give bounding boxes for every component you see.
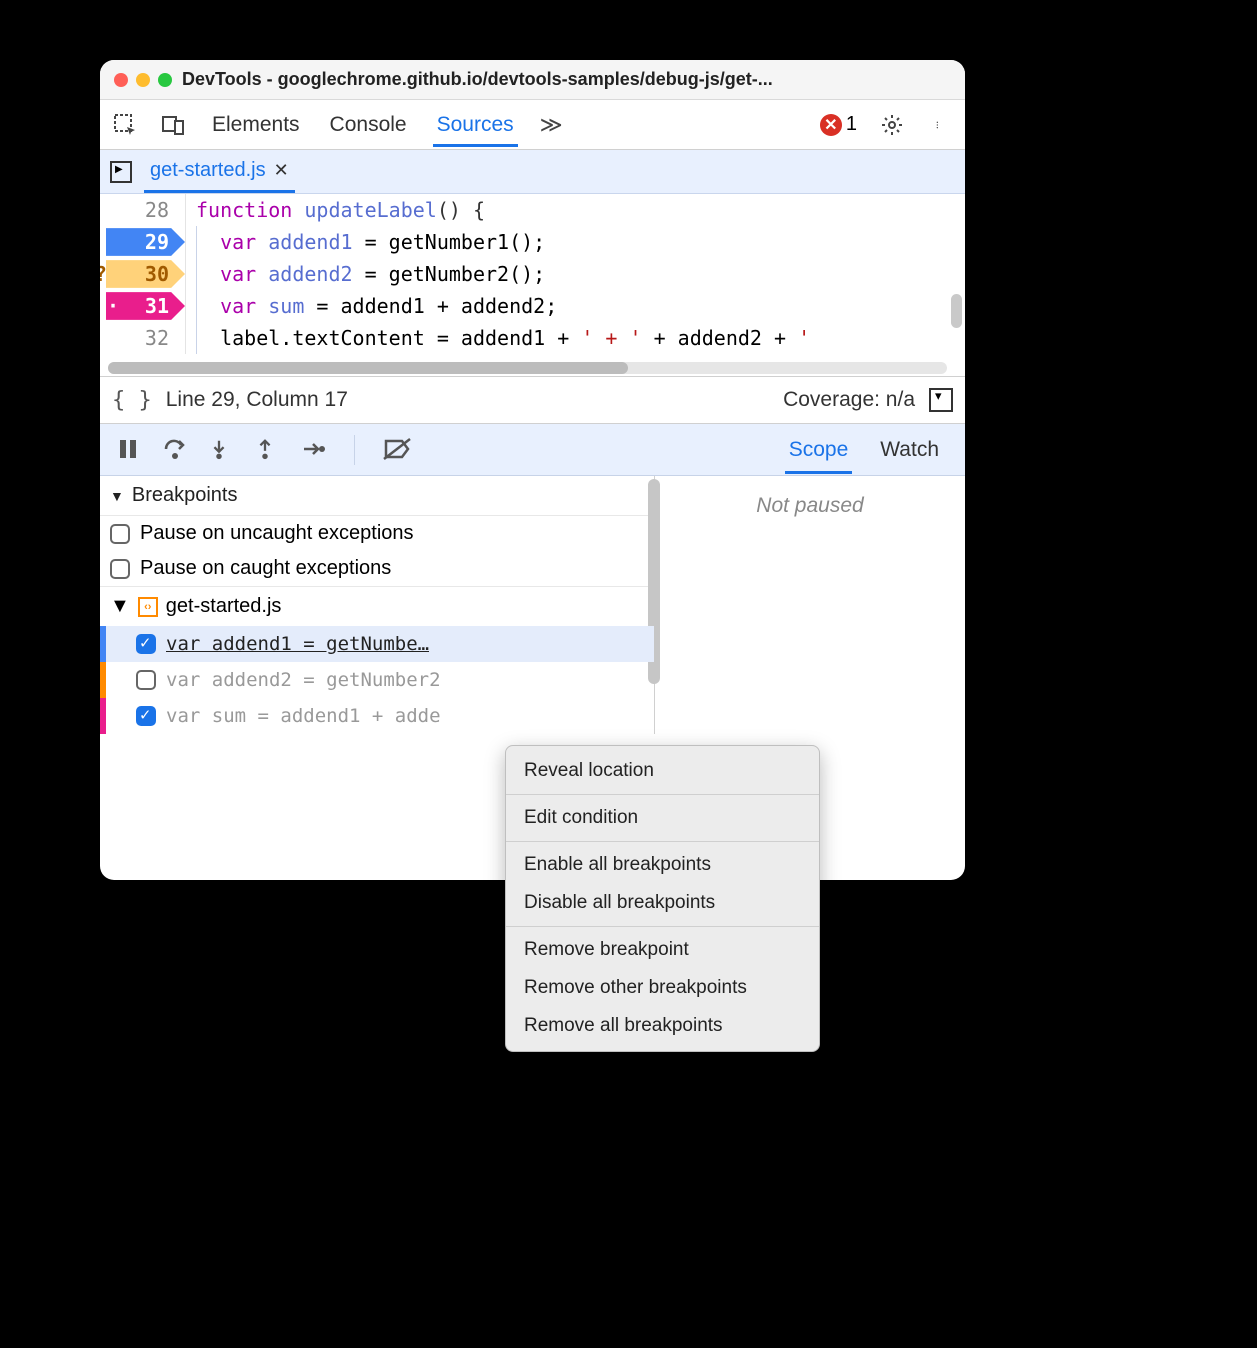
maximize-window-icon[interactable] <box>158 73 172 87</box>
breakpoint-item[interactable]: var addend1 = getNumbe… <box>100 626 654 662</box>
collapse-arrow-icon: ▼ <box>110 595 130 618</box>
tab-watch[interactable]: Watch <box>876 426 943 474</box>
breakpoints-section-header[interactable]: ▼ Breakpoints <box>100 476 654 516</box>
breakpoint-checkbox[interactable] <box>136 706 156 726</box>
toolbar-divider <box>354 435 355 465</box>
tab-sources[interactable]: Sources <box>433 103 518 147</box>
window-controls <box>114 73 172 87</box>
pretty-print-icon[interactable]: { } <box>112 388 152 413</box>
breakpoint-text: var addend2 = getNumber2 <box>166 669 441 691</box>
scrollbar-thumb[interactable] <box>108 362 628 374</box>
menu-separator <box>506 794 819 795</box>
step-icon[interactable] <box>300 437 326 463</box>
context-menu: Reveal location Edit condition Enable al… <box>505 745 820 1052</box>
pause-icon[interactable] <box>116 437 142 463</box>
error-badge[interactable]: ✕ 1 <box>820 113 857 136</box>
cursor-position: Line 29, Column 17 <box>166 388 769 412</box>
kebab-menu-icon[interactable] <box>927 112 953 138</box>
debugger-toolbar: Scope Watch <box>100 424 965 476</box>
tab-scope[interactable]: Scope <box>785 426 853 474</box>
breakpoint-marker-line-29[interactable]: 29 <box>100 226 185 258</box>
checkbox-caught[interactable] <box>110 559 130 579</box>
pause-uncaught-row[interactable]: Pause on uncaught exceptions <box>100 516 654 551</box>
step-out-icon[interactable] <box>254 437 280 463</box>
horizontal-scrollbar[interactable] <box>108 362 947 374</box>
section-title: Breakpoints <box>132 484 238 507</box>
breakpoints-pane: ▼ Breakpoints Pause on uncaught exceptio… <box>100 476 655 734</box>
checkbox-label: Pause on uncaught exceptions <box>140 522 414 545</box>
editor-status-bar: { } Line 29, Column 17 Coverage: n/a <box>100 376 965 424</box>
menu-remove-other[interactable]: Remove other breakpoints <box>506 969 819 1007</box>
tab-elements[interactable]: Elements <box>208 103 304 147</box>
deactivate-breakpoints-icon[interactable] <box>383 437 409 463</box>
error-count: 1 <box>846 113 857 136</box>
window-title: DevTools - googlechrome.github.io/devtoo… <box>182 69 951 90</box>
main-tabs: Elements Console Sources ≫ ✕ 1 <box>100 100 965 150</box>
conditional-breakpoint-marker-line-30[interactable]: ?30 <box>100 258 185 290</box>
breakpoint-file-group[interactable]: ▼ ‹› get-started.js <box>100 586 654 626</box>
line-number[interactable]: 28 <box>100 194 185 226</box>
js-file-icon: ‹› <box>138 597 158 617</box>
navigator-toggle-icon[interactable] <box>110 161 132 183</box>
menu-remove-all[interactable]: Remove all breakpoints <box>506 1007 819 1045</box>
breakpoint-item[interactable]: var addend2 = getNumber2 <box>100 662 654 698</box>
menu-separator <box>506 926 819 927</box>
logpoint-marker-line-31[interactable]: ··31 <box>100 290 185 322</box>
menu-remove-breakpoint[interactable]: Remove breakpoint <box>506 931 819 969</box>
device-toggle-icon[interactable] <box>160 112 186 138</box>
breakpoint-checkbox[interactable] <box>136 670 156 690</box>
tab-console[interactable]: Console <box>326 103 411 147</box>
titlebar: DevTools - googlechrome.github.io/devtoo… <box>100 60 965 100</box>
not-paused-label: Not paused <box>655 476 965 536</box>
bottom-panels: ▼ Breakpoints Pause on uncaught exceptio… <box>100 476 965 734</box>
error-icon: ✕ <box>820 114 842 136</box>
menu-reveal-location[interactable]: Reveal location <box>506 752 819 790</box>
step-into-icon[interactable] <box>208 437 234 463</box>
file-tabs-bar: get-started.js ✕ <box>100 150 965 194</box>
close-tab-icon[interactable]: ✕ <box>274 160 289 181</box>
coverage-status: Coverage: n/a <box>783 388 915 412</box>
menu-enable-all[interactable]: Enable all breakpoints <box>506 846 819 884</box>
breakpoint-checkbox[interactable] <box>136 634 156 654</box>
checkbox-uncaught[interactable] <box>110 524 130 544</box>
file-tab[interactable]: get-started.js ✕ <box>144 151 295 193</box>
line-number[interactable]: 32 <box>100 322 185 354</box>
step-over-icon[interactable] <box>162 437 188 463</box>
checkbox-label: Pause on caught exceptions <box>140 557 391 580</box>
settings-icon[interactable] <box>879 112 905 138</box>
code-editor[interactable]: 28 function updateLabel() { 29 var adden… <box>100 194 965 376</box>
more-tabs-icon[interactable]: ≫ <box>540 112 563 138</box>
file-name: get-started.js <box>166 595 282 618</box>
breakpoint-item[interactable]: var sum = addend1 + adde <box>100 698 654 734</box>
minimize-window-icon[interactable] <box>136 73 150 87</box>
vertical-scrollbar-thumb[interactable] <box>951 294 962 328</box>
collapse-panel-icon[interactable] <box>929 388 953 412</box>
breakpoint-text: var sum = addend1 + adde <box>166 705 441 727</box>
menu-disable-all[interactable]: Disable all breakpoints <box>506 884 819 922</box>
menu-separator <box>506 841 819 842</box>
breakpoint-text: var addend1 = getNumbe… <box>166 633 429 655</box>
close-window-icon[interactable] <box>114 73 128 87</box>
menu-edit-condition[interactable]: Edit condition <box>506 799 819 837</box>
file-tab-label: get-started.js <box>150 159 266 182</box>
collapse-arrow-icon: ▼ <box>110 488 124 504</box>
pause-caught-row[interactable]: Pause on caught exceptions <box>100 551 654 586</box>
inspect-element-icon[interactable] <box>112 112 138 138</box>
scope-pane: Not paused <box>655 476 965 734</box>
